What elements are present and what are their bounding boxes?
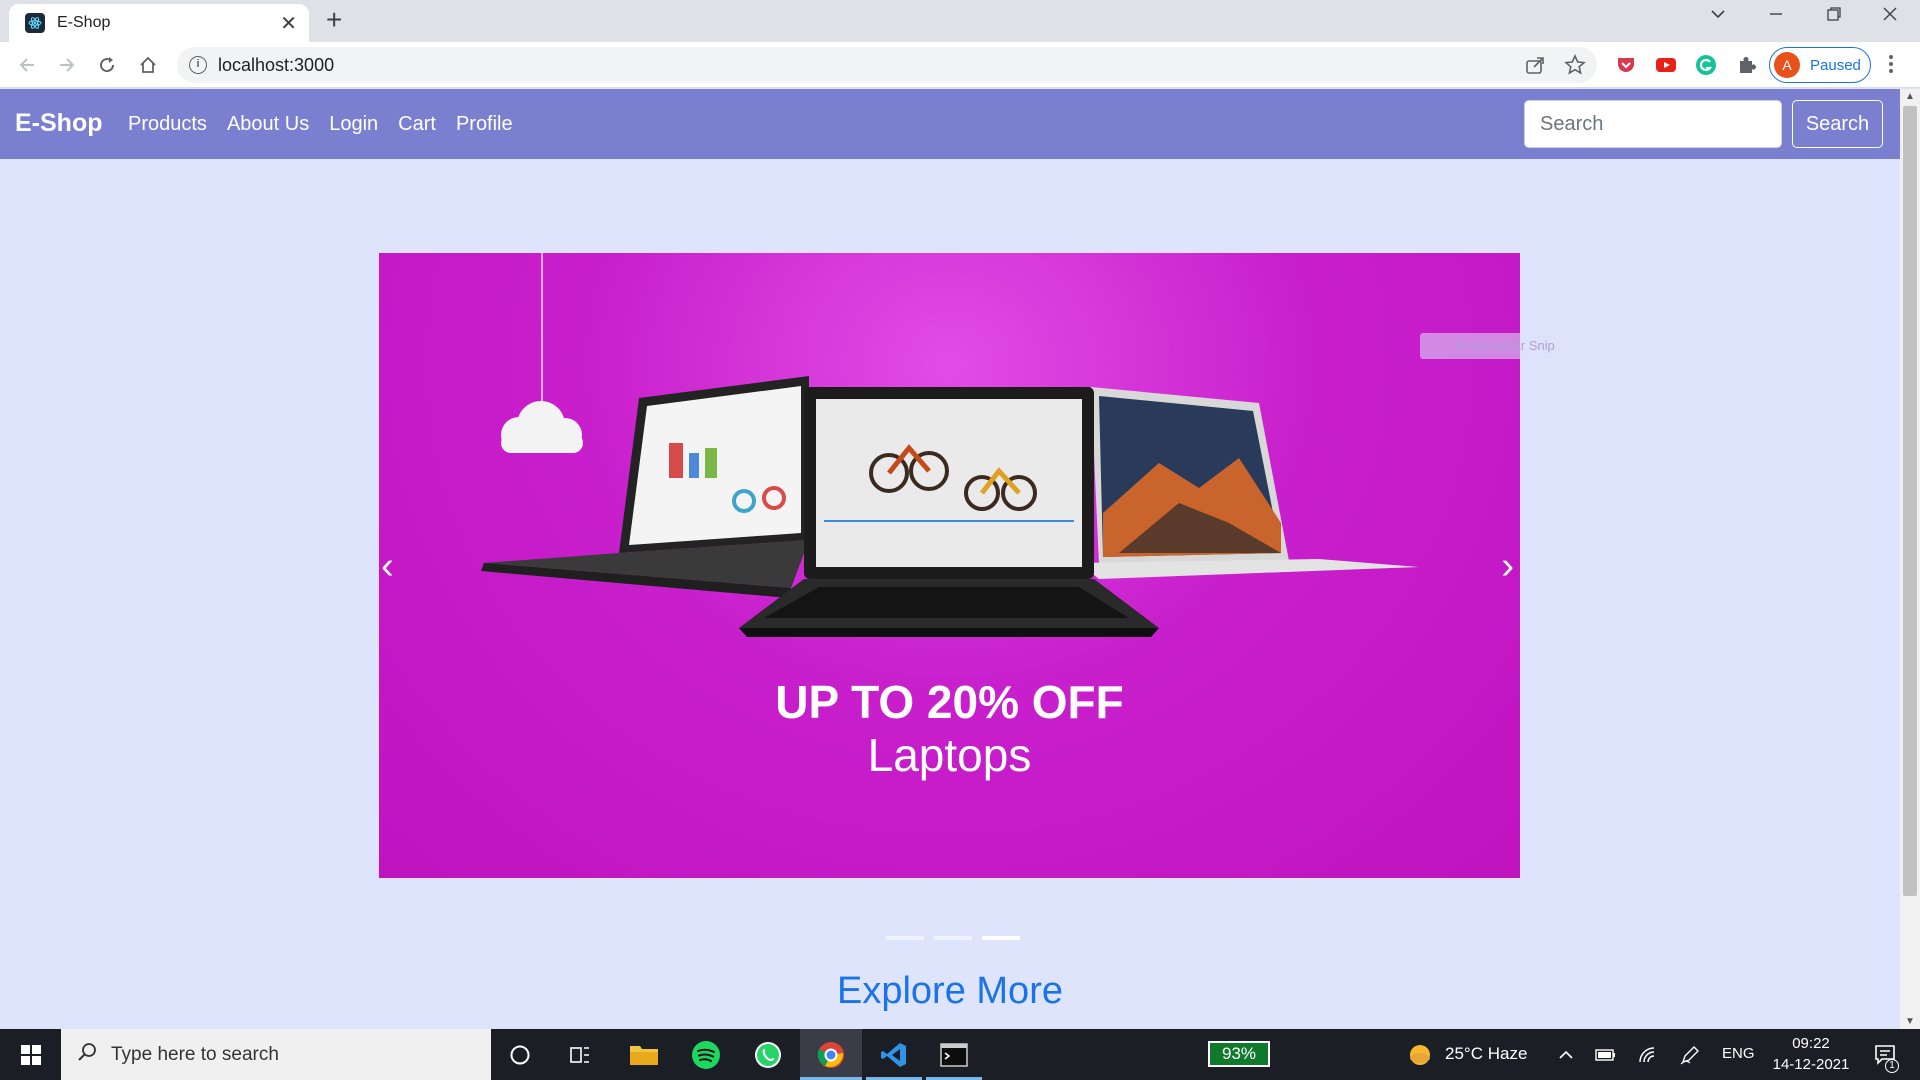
taskbar-search-box[interactable]: Type here to search <box>61 1029 491 1080</box>
battery-tray-icon[interactable] <box>1592 1029 1620 1080</box>
terminal-icon[interactable] <box>926 1029 982 1080</box>
pen-workspace-icon[interactable] <box>1676 1029 1704 1080</box>
carousel-prev-icon[interactable]: ‹ <box>381 545 394 588</box>
carousel-next-icon[interactable]: › <box>1501 545 1514 588</box>
spotify-icon[interactable] <box>682 1029 730 1080</box>
nav-link-cart[interactable]: Cart <box>398 113 436 136</box>
reload-icon[interactable] <box>92 50 122 80</box>
search-button[interactable]: Search <box>1792 100 1883 148</box>
back-icon[interactable] <box>12 50 42 80</box>
browser-menu-icon[interactable] <box>1889 52 1895 76</box>
nav-link-about-us[interactable]: About Us <box>227 113 309 136</box>
carousel-indicators <box>886 936 1020 940</box>
whatsapp-icon[interactable] <box>744 1029 792 1080</box>
chrome-taskbar-icon[interactable] <box>800 1029 862 1080</box>
tab-close-icon[interactable]: ✕ <box>280 11 297 36</box>
share-icon[interactable] <box>1524 54 1546 81</box>
taskbar-search-placeholder: Type here to search <box>111 1043 279 1065</box>
close-window-icon[interactable] <box>1882 6 1898 27</box>
nav-link-login[interactable]: Login <box>329 113 378 136</box>
tab-title: E-Shop <box>57 14 111 31</box>
notification-count-badge: 1 <box>1885 1059 1899 1073</box>
site-info-icon[interactable]: i <box>189 56 207 74</box>
banner-headline: UP TO 20% OFF <box>775 676 1124 728</box>
browser-tab[interactable]: E-Shop ✕ <box>9 4 309 42</box>
nav-link-products[interactable]: Products <box>128 113 207 136</box>
notification-center-icon[interactable] <box>1866 1029 1906 1080</box>
profile-button[interactable]: A Paused <box>1769 47 1871 83</box>
scroll-down-icon[interactable]: ▼ <box>1900 1016 1920 1027</box>
youtube-extension-icon[interactable] <box>1655 54 1677 76</box>
task-view-icon[interactable] <box>560 1029 600 1080</box>
banner-subheadline: Laptops <box>867 729 1032 781</box>
scroll-thumb[interactable] <box>1903 106 1917 896</box>
grammarly-extension-icon[interactable] <box>1695 54 1717 76</box>
battery-indicator[interactable]: 93% <box>1208 1041 1270 1067</box>
carousel-indicator[interactable] <box>934 936 972 940</box>
bookmark-star-icon[interactable] <box>1564 54 1586 81</box>
extensions-puzzle-icon[interactable] <box>1736 54 1758 76</box>
url-text: localhost:3000 <box>218 55 335 75</box>
weather-text[interactable]: 25°C Haze <box>1445 1044 1527 1064</box>
laptops-banner-image <box>481 253 1419 637</box>
search-icon <box>77 1042 97 1067</box>
cortana-icon[interactable] <box>500 1029 540 1080</box>
browser-toolbar: i localhost:3000 A Paused <box>0 42 1920 88</box>
snip-overlay-ghost: Rectangular Snip <box>1420 333 1620 359</box>
page-scrollbar[interactable]: ▲ ▼ <box>1900 89 1920 1029</box>
nav-link-profile[interactable]: Profile <box>456 113 513 136</box>
vscode-icon[interactable] <box>866 1029 922 1080</box>
nav-links: Products About Us Login Cart Profile <box>128 113 513 136</box>
language-indicator[interactable]: ENG <box>1722 1045 1755 1062</box>
explore-more-heading: Explore More <box>837 970 1063 1012</box>
forward-icon[interactable] <box>52 50 82 80</box>
pocket-extension-icon[interactable] <box>1615 54 1637 76</box>
profile-avatar: A <box>1774 52 1800 78</box>
show-hidden-icons-icon[interactable] <box>1552 1029 1580 1080</box>
windows-start-icon[interactable] <box>0 1029 61 1080</box>
search-input[interactable] <box>1524 100 1782 148</box>
carousel-indicator[interactable] <box>886 936 924 940</box>
site-navbar: E-Shop Products About Us Login Cart Prof… <box>0 89 1900 159</box>
tab-strip: E-Shop ✕ + <box>0 0 1920 42</box>
brand-logo[interactable]: E-Shop <box>15 109 103 138</box>
wifi-icon[interactable] <box>1634 1029 1662 1080</box>
scroll-up-icon[interactable]: ▲ <box>1900 91 1920 102</box>
home-icon[interactable] <box>133 50 163 80</box>
weather-icon[interactable] <box>1405 1029 1435 1080</box>
hero-carousel: ‹ › UP TO 20% OFF Laptops <box>379 253 1520 878</box>
carousel-indicator-active[interactable] <box>982 936 1020 940</box>
address-bar[interactable]: i localhost:3000 <box>177 47 1597 83</box>
minimize-icon[interactable] <box>1768 6 1784 27</box>
tab-search-chevron-icon[interactable] <box>1710 6 1726 27</box>
restore-icon[interactable] <box>1826 6 1842 27</box>
react-favicon-icon <box>25 13 45 33</box>
clock-time[interactable]: 09:22 <box>1772 1035 1850 1052</box>
profile-status: Paused <box>1810 56 1861 74</box>
file-explorer-icon[interactable] <box>620 1029 668 1080</box>
new-tab-icon[interactable]: + <box>326 4 342 36</box>
clock-date[interactable]: 14-12-2021 <box>1768 1056 1854 1073</box>
windows-taskbar: Type here to search 93% 25°C Haze ENG 09… <box>0 1029 1920 1080</box>
